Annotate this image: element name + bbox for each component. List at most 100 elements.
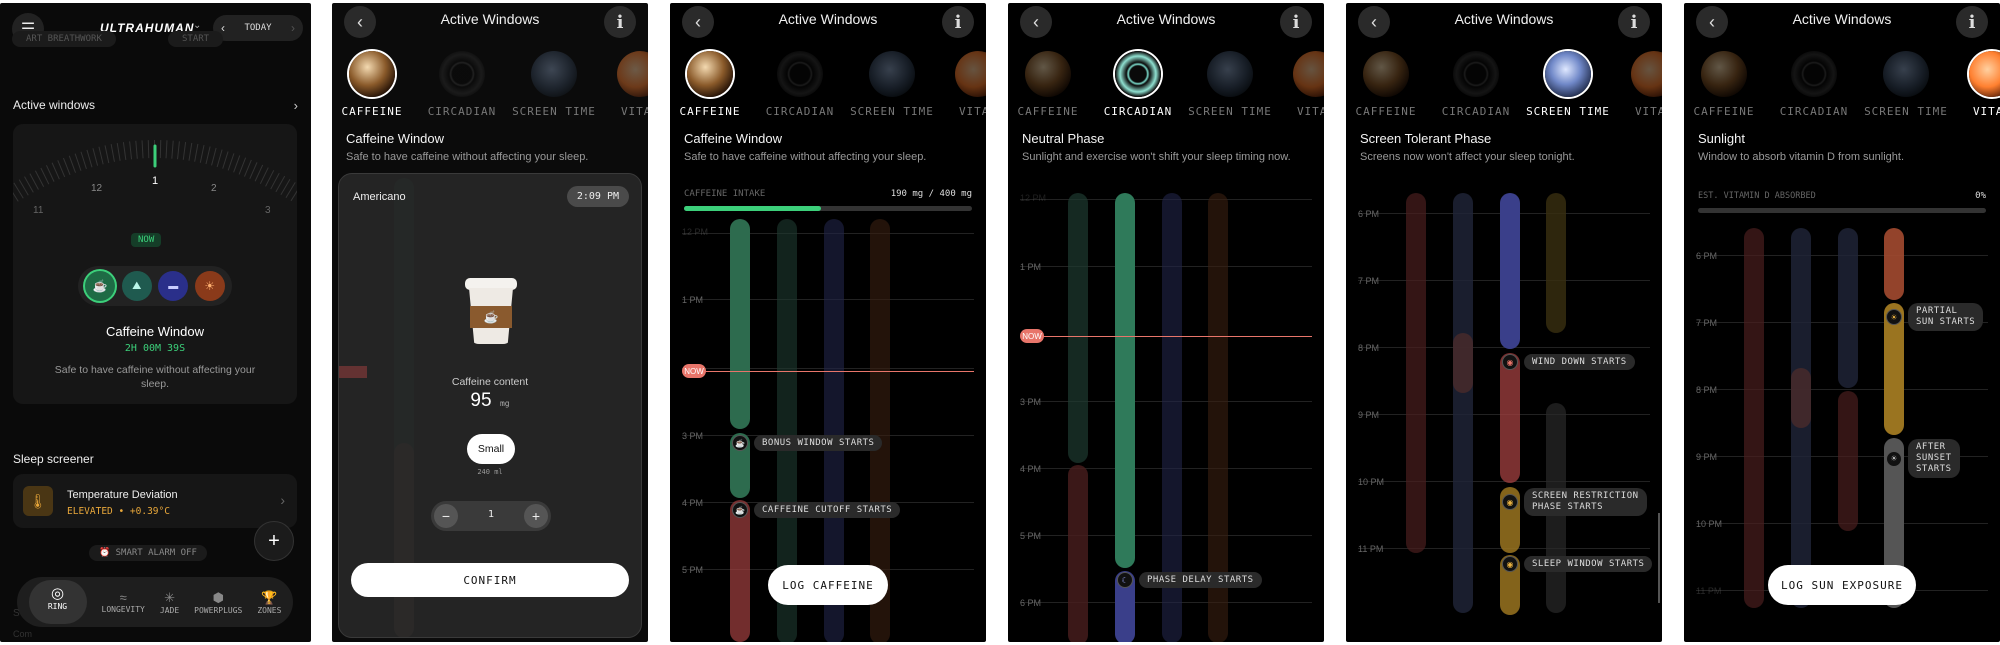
content-value-row: 95 mg <box>339 390 641 412</box>
nav-longevity[interactable]: ≈ LONGEVITY <box>102 590 145 614</box>
sun-event-icon: ☀ <box>1886 309 1902 325</box>
nav-powerplugs[interactable]: ⬢ POWERPLUGS <box>194 590 242 615</box>
time-label: 4 PM <box>1020 464 1042 474</box>
scroll-indicator[interactable] <box>1658 513 1660 603</box>
event-after-sunset-label: AFTER SUNSET STARTS <box>1908 439 1960 478</box>
nav-ring-label: RING <box>47 602 68 611</box>
info-button[interactable]: i <box>604 6 636 38</box>
tab-screen-time[interactable]: SCREEN TIME <box>1522 51 1614 118</box>
event-wind-down-label: WIND DOWN STARTS <box>1524 354 1635 370</box>
sun-track-top <box>1884 228 1904 300</box>
intake-value: 190 mg / 400 mg <box>890 189 972 199</box>
info-button[interactable]: i <box>942 6 974 38</box>
header-title: Active Windows <box>778 11 878 27</box>
window-description: Safe to have caffeine without affecting … <box>54 364 256 390</box>
temperature-card[interactable]: 🌡 Temperature Deviation ELEVATED • +0.39… <box>13 474 297 528</box>
tab-vitamin[interactable]: VITAM <box>932 51 986 118</box>
tab-circadian[interactable]: CIRCADIAN <box>1430 51 1522 118</box>
ghost-text-1: S <box>13 608 20 619</box>
increment-button[interactable]: + <box>524 504 548 528</box>
tab-vitamin-label: VITAM <box>1972 105 2000 118</box>
caffeine-track-dim <box>1406 193 1426 553</box>
header: ‹ Active Windows i <box>332 3 648 43</box>
powerplugs-icon: ⬢ <box>212 589 224 605</box>
tab-caffeine[interactable]: CAFFEINE <box>1008 51 1094 118</box>
time-label: 5 PM <box>682 565 704 575</box>
active-windows-header[interactable]: Active windows › <box>13 98 298 113</box>
prev-day-icon[interactable]: ‹ <box>221 21 225 35</box>
chevron-right-icon: › <box>280 492 285 508</box>
time-label: 8 PM <box>1358 343 1380 353</box>
chip-start[interactable]: START <box>168 31 224 47</box>
tab-vitamin[interactable]: VITAM <box>594 51 648 118</box>
tab-vitamin[interactable]: VITAM <box>1608 51 1662 118</box>
tab-screen-time[interactable]: SCREEN TIME <box>846 51 938 118</box>
info-button[interactable]: i <box>1956 6 1988 38</box>
tab-caffeine[interactable]: CAFFEINE <box>332 51 418 118</box>
nav-jade[interactable]: ✳ JADE <box>160 590 179 615</box>
plus-icon: + <box>531 508 541 524</box>
ring-icon: ◎ <box>50 585 65 602</box>
nav-zones[interactable]: 🏆 ZONES <box>257 590 281 615</box>
chip-breathwork[interactable]: ART BREATHWORK <box>12 31 116 47</box>
tab-circadian[interactable]: CIRCADIAN <box>1768 51 1860 118</box>
confirm-button[interactable]: CONFIRM <box>351 563 629 597</box>
tab-caffeine[interactable]: CAFFEINE <box>670 51 756 118</box>
event-phase-delay-label: PHASE DELAY STARTS <box>1139 572 1262 588</box>
phase-subtitle: Safe to have caffeine without affecting … <box>684 151 927 163</box>
now-marker: NOW <box>682 364 706 378</box>
tab-screen-time[interactable]: SCREEN TIME <box>1184 51 1276 118</box>
tab-vitamin[interactable]: VITAM <box>1946 51 2000 118</box>
caffeine-track <box>730 219 750 429</box>
tab-circadian[interactable]: CIRCADIAN <box>416 51 508 118</box>
vitamin-orb-icon <box>1969 51 2000 97</box>
next-day-icon[interactable]: › <box>291 21 295 35</box>
log-caffeine-button[interactable]: LOG CAFFEINE <box>768 565 888 605</box>
nav-ring[interactable]: ◎ RING <box>28 580 87 624</box>
time-label: 8 PM <box>1696 385 1718 395</box>
event-sleep-window: ◉ SLEEP WINDOW STARTS <box>1502 556 1653 572</box>
sun-icon[interactable]: ☀ <box>194 271 225 301</box>
sunset-event-icon: ☀ <box>1886 450 1902 467</box>
log-sun-exposure-button[interactable]: LOG SUN EXPOSURE <box>1768 565 1916 605</box>
time-pill[interactable]: 2:09 PM <box>566 186 629 207</box>
window-icon-group: ☕ ⛰ ▬ ☀ <box>78 266 232 306</box>
active-window-card[interactable]: 11 12 1 2 3 NOW ☕ ⛰ ▬ ☀ Caffeine Window … <box>13 124 297 404</box>
tab-circadian-label: CIRCADIAN <box>427 105 497 118</box>
tab-screen-time[interactable]: SCREEN TIME <box>508 51 600 118</box>
smart-alarm-pill[interactable]: ⏰ SMART ALARM OFF <box>89 545 207 561</box>
tab-screen-time[interactable]: SCREEN TIME <box>1860 51 1952 118</box>
size-button[interactable]: Small <box>467 434 515 464</box>
caffeine-icon[interactable]: ☕ <box>85 271 116 301</box>
time-label: 4 PM <box>682 498 704 508</box>
now-badge: NOW <box>131 233 162 247</box>
info-button[interactable]: i <box>1280 6 1312 38</box>
circadian-orb-icon <box>777 51 823 97</box>
tab-screen-time-label: SCREEN TIME <box>1526 105 1610 118</box>
time-label: 10 PM <box>1696 519 1723 529</box>
sleep-screener-title: Sleep screener <box>13 452 94 466</box>
sun-track-dim <box>1546 193 1566 333</box>
screen-restriction-event-icon: ◉ <box>1502 494 1518 510</box>
screen-icon[interactable]: ▬ <box>158 271 189 301</box>
chevron-down-icon[interactable]: ⌄ <box>193 20 201 31</box>
circadian-icon[interactable]: ⛰ <box>121 271 152 301</box>
date-navigator: ‹ TODAY › <box>213 15 303 41</box>
temperature-status: ELEVATED • +0.39°C <box>67 506 170 517</box>
event-partial-sun-line1: PARTIAL <box>1916 306 1958 316</box>
tab-circadian[interactable]: CIRCADIAN <box>754 51 846 118</box>
tab-caffeine[interactable]: CAFFEINE <box>1346 51 1432 118</box>
circadian-track <box>1115 193 1135 568</box>
tab-circadian[interactable]: CIRCADIAN <box>1092 51 1184 118</box>
event-caffeine-cutoff: ☕ CAFFEINE CUTOFF STARTS <box>732 502 901 518</box>
event-screen-restriction: ◉ SCREEN RESTRICTION PHASE STARTS <box>1502 488 1647 516</box>
tab-vitamin[interactable]: VITAM <box>1270 51 1324 118</box>
time-label: 1 PM <box>1020 262 1042 272</box>
circadian-sub-dim <box>1791 368 1811 428</box>
info-button[interactable]: i <box>1618 6 1650 38</box>
event-screen-restriction-label: SCREEN RESTRICTION PHASE STARTS <box>1524 488 1647 516</box>
wind-down-track <box>1500 353 1520 483</box>
screen-time-screen: ‹ Active Windows i CAFFEINE CIRCADIAN SC… <box>1346 3 1662 642</box>
add-button[interactable]: + <box>254 521 294 561</box>
tab-caffeine[interactable]: CAFFEINE <box>1684 51 1770 118</box>
